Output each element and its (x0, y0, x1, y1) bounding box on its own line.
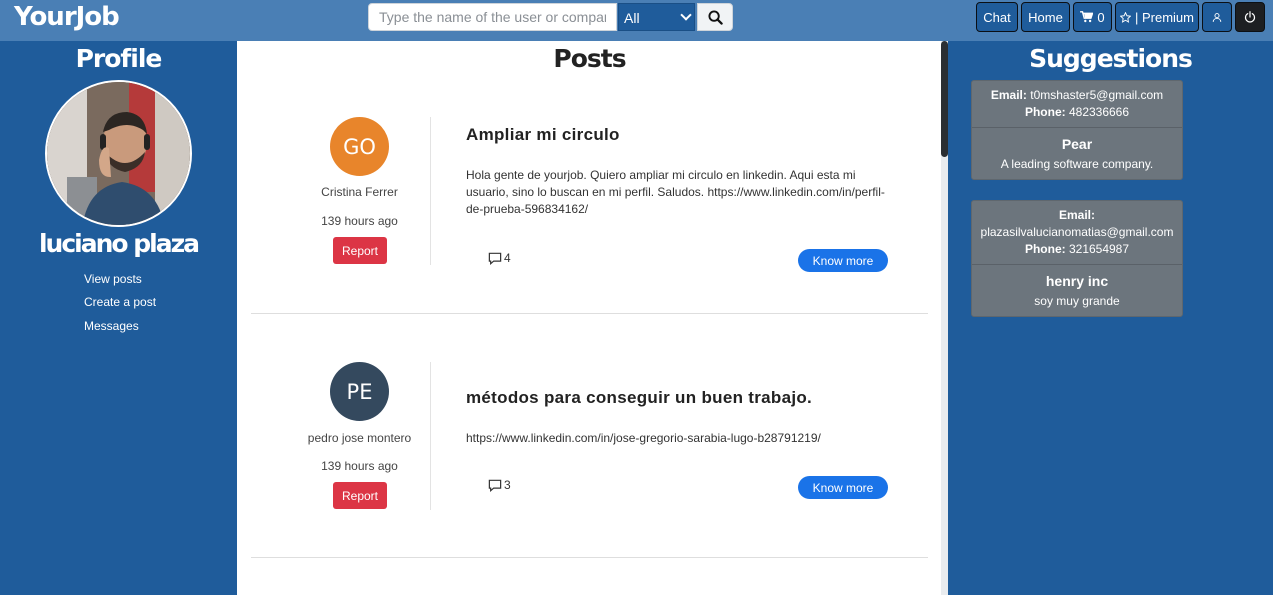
suggestion-details: Pear A leading software company. (972, 128, 1182, 179)
know-more-button[interactable]: Know more (798, 249, 888, 272)
suggestions-heading: Suggestions (1029, 44, 1193, 73)
create-post-link[interactable]: Create a post (84, 295, 156, 309)
post-body: https://www.linkedin.com/in/jose-gregori… (466, 431, 821, 445)
report-button[interactable]: Report (333, 482, 387, 509)
chat-button[interactable]: Chat (976, 2, 1018, 32)
author-avatar[interactable]: GO (330, 117, 389, 176)
suggestion-name: Pear (1061, 136, 1093, 152)
comments-number: 4 (504, 251, 511, 265)
premium-label: | Premium (1135, 9, 1194, 25)
profile-photo (47, 82, 190, 225)
comments-count[interactable]: 3 (488, 478, 511, 492)
suggestion-phone: 321654987 (1068, 242, 1130, 256)
comment-icon (488, 479, 502, 492)
home-label: Home (1028, 9, 1063, 25)
search-filter-select[interactable]: All (618, 3, 695, 31)
suggestion-phone: 482336666 (1068, 105, 1130, 119)
suggestion-contact: Email: plazasilvalucianomatias@gmail.com… (972, 201, 1182, 265)
post-author: Cristina Ferrer (321, 185, 398, 199)
cart-count: 0 (1097, 9, 1105, 25)
brand-logo[interactable]: YourJob (14, 2, 120, 32)
cart-button[interactable]: 0 (1073, 2, 1112, 32)
star-icon (1120, 11, 1131, 23)
suggestion-description: A leading software company. (1000, 157, 1154, 171)
post-separator (251, 313, 928, 314)
scrollbar-thumb[interactable] (941, 41, 948, 157)
search-icon (707, 9, 723, 25)
chat-label: Chat (983, 9, 1011, 25)
home-button[interactable]: Home (1021, 2, 1070, 32)
post-time: 139 hours ago (321, 459, 398, 473)
suggestion-card[interactable]: Email: plazasilvalucianomatias@gmail.com… (971, 200, 1183, 317)
comment-icon (488, 252, 502, 265)
messages-link[interactable]: Messages (84, 319, 139, 333)
power-icon (1244, 11, 1256, 23)
top-navbar: YourJob All Chat Home 0 | Premium (0, 0, 1273, 41)
suggestion-card[interactable]: Email: t0mshaster5@gmail.com Phone: 4823… (971, 80, 1183, 180)
chevron-down-icon (680, 9, 692, 21)
profile-heading: Profile (75, 44, 163, 73)
comments-number: 3 (504, 478, 511, 492)
post-time: 139 hours ago (321, 214, 398, 228)
suggestion-email: plazasilvalucianomatias@gmail.com (980, 225, 1174, 239)
posts-panel: Posts GO Cristina Ferrer 139 hours ago R… (237, 41, 948, 595)
post-divider (430, 362, 431, 510)
suggestion-contact: Email: t0mshaster5@gmail.com Phone: 4823… (972, 81, 1182, 128)
suggestion-description: soy muy grande (1034, 294, 1120, 308)
suggestion-details: henry inc soy muy grande (972, 265, 1182, 316)
post-author: pedro jose montero (307, 431, 412, 445)
suggestion-name: henry inc (1045, 273, 1109, 289)
profile-avatar[interactable] (45, 80, 192, 227)
cart-icon (1080, 11, 1094, 23)
post-separator (251, 557, 928, 558)
post-title: Ampliar mi circulo (466, 125, 620, 144)
phone-label: Phone: (1024, 242, 1066, 256)
email-label: Email: (990, 88, 1027, 102)
post-divider (430, 117, 431, 265)
search-button[interactable] (697, 3, 733, 31)
profile-user-name: luciano plaza (38, 229, 200, 258)
premium-button[interactable]: | Premium (1115, 2, 1199, 32)
post-title: métodos para conseguir un buen trabajo. (466, 388, 813, 407)
profile-button[interactable] (1202, 2, 1232, 32)
comments-count[interactable]: 4 (488, 251, 511, 265)
logout-button[interactable] (1235, 2, 1265, 32)
email-label: Email: (1058, 208, 1095, 222)
search-filter-value: All (624, 10, 640, 26)
suggestion-email: t0mshaster5@gmail.com (1030, 88, 1164, 102)
posts-scrollbar[interactable] (941, 41, 948, 595)
person-icon (1212, 12, 1222, 22)
phone-label: Phone: (1024, 105, 1066, 119)
post-body: Hola gente de yourjob. Quiero ampliar mi… (466, 168, 885, 216)
posts-heading: Posts (553, 44, 626, 73)
view-posts-link[interactable]: View posts (84, 272, 142, 286)
search-input[interactable] (368, 3, 617, 31)
know-more-button[interactable]: Know more (798, 476, 888, 499)
author-avatar[interactable]: PE (330, 362, 389, 421)
report-button[interactable]: Report (333, 237, 387, 264)
